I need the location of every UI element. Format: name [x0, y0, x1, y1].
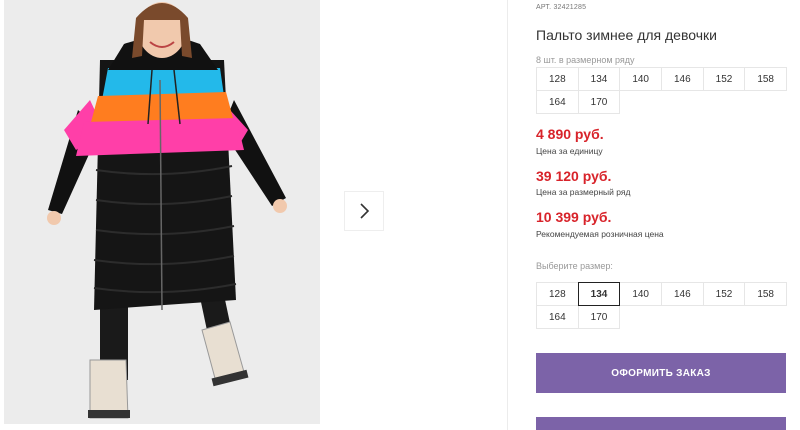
size-option-158[interactable]: 158: [744, 282, 787, 306]
secondary-button[interactable]: [536, 417, 786, 430]
size-option-128[interactable]: 128: [536, 282, 579, 306]
product-gallery: [0, 0, 508, 430]
size-row-cell-140: 140: [619, 67, 662, 91]
size-row-cell-134: 134: [577, 67, 621, 91]
size-option-152[interactable]: 152: [702, 282, 746, 306]
retail-price-caption: Рекомендуемая розничная цена: [536, 229, 664, 239]
row-price-caption: Цена за размерный ряд: [536, 187, 631, 197]
order-button[interactable]: ОФОРМИТЬ ЗАКАЗ: [536, 353, 786, 393]
size-option-146[interactable]: 146: [661, 282, 704, 306]
next-image-button[interactable]: [344, 191, 384, 231]
article-number: АРТ. 32421285: [536, 4, 586, 11]
divider: [507, 0, 508, 430]
size-row-cell-158: 158: [744, 67, 787, 91]
size-row-cell-170: 170: [577, 90, 621, 114]
size-option-164[interactable]: 164: [536, 305, 579, 329]
size-row-caption: 8 шт. в размерном ряду: [536, 55, 635, 65]
size-row-grid: 128 134 140 146 152 158 164 170: [536, 67, 787, 114]
article-label: АРТ.: [536, 4, 552, 11]
retail-price: 10 399 руб.: [536, 209, 612, 225]
unit-price: 4 890 руб.: [536, 126, 604, 142]
size-option-134[interactable]: 134: [577, 282, 621, 306]
size-option-140[interactable]: 140: [619, 282, 662, 306]
size-option-170[interactable]: 170: [577, 305, 621, 329]
article-value: 32421285: [553, 4, 587, 11]
size-row-cell-164: 164: [536, 90, 579, 114]
size-row-cell-146: 146: [661, 67, 704, 91]
product-page: АРТ. 32421285 Пальто зимнее для девочки …: [0, 0, 800, 430]
unit-price-caption: Цена за единицу: [536, 146, 603, 156]
size-row-cell-128: 128: [536, 67, 579, 91]
product-photo[interactable]: [4, 0, 320, 424]
size-select-grid: 128 134 140 146 152 158 164 170: [536, 282, 787, 329]
select-size-caption: Выберите размер:: [536, 261, 613, 271]
chevron-right-icon: [360, 203, 370, 219]
girl-in-coat-image: [4, 0, 320, 424]
size-row-cell-152: 152: [702, 67, 746, 91]
product-title: Пальто зимнее для девочки: [536, 27, 717, 43]
row-price: 39 120 руб.: [536, 168, 612, 184]
